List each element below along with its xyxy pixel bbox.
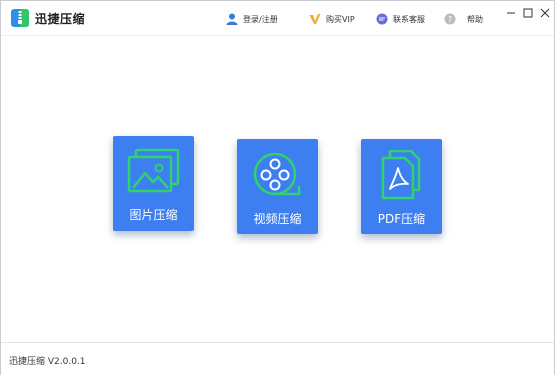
user-icon: [226, 13, 238, 25]
minimize-button[interactable]: [503, 5, 519, 21]
app-window: 迅捷压缩 登录/注册 购买VIP 联系客服 ? 帮助 图片压缩 视频压缩 PDF…: [0, 0, 555, 375]
contact-support-link[interactable]: 联系客服: [376, 11, 425, 27]
version-text: 迅捷压缩 V2.0.0.1: [9, 357, 86, 367]
video-compress-label: 视频压缩: [253, 212, 302, 226]
app-title: 迅捷压缩: [35, 12, 86, 26]
image-compress-tile[interactable]: 图片压缩: [113, 136, 194, 231]
status-bar: 迅捷压缩 V2.0.0.1: [1, 342, 554, 375]
vip-icon: [309, 14, 321, 24]
film-reel-icon: [253, 152, 301, 196]
pdf-compress-tile[interactable]: PDF压缩: [361, 139, 442, 234]
help-link[interactable]: ? 帮助: [444, 11, 483, 27]
pdf-compress-label: PDF压缩: [377, 212, 426, 226]
maximize-button[interactable]: [520, 5, 536, 21]
svg-text:?: ?: [448, 15, 452, 24]
buy-vip-link[interactable]: 购买VIP: [309, 11, 355, 27]
image-icon: [127, 148, 180, 193]
login-register-link[interactable]: 登录/注册: [226, 11, 278, 27]
maximize-icon: [523, 8, 533, 18]
image-compress-label: 图片压缩: [129, 208, 178, 222]
video-compress-tile[interactable]: 视频压缩: [237, 139, 318, 234]
app-logo-icon: [11, 9, 29, 27]
close-button[interactable]: [537, 5, 553, 21]
minimize-icon: [507, 12, 515, 14]
buy-vip-label: 购买VIP: [326, 14, 355, 24]
pdf-file-icon: [381, 150, 421, 200]
help-icon: ?: [444, 13, 456, 25]
help-label: 帮助: [467, 14, 483, 24]
close-icon: [540, 8, 550, 18]
contact-support-label: 联系客服: [393, 14, 425, 24]
login-register-label: 登录/注册: [243, 14, 278, 24]
title-bar: 迅捷压缩 登录/注册 购买VIP 联系客服 ? 帮助: [1, 1, 554, 36]
chat-icon: [376, 13, 388, 25]
